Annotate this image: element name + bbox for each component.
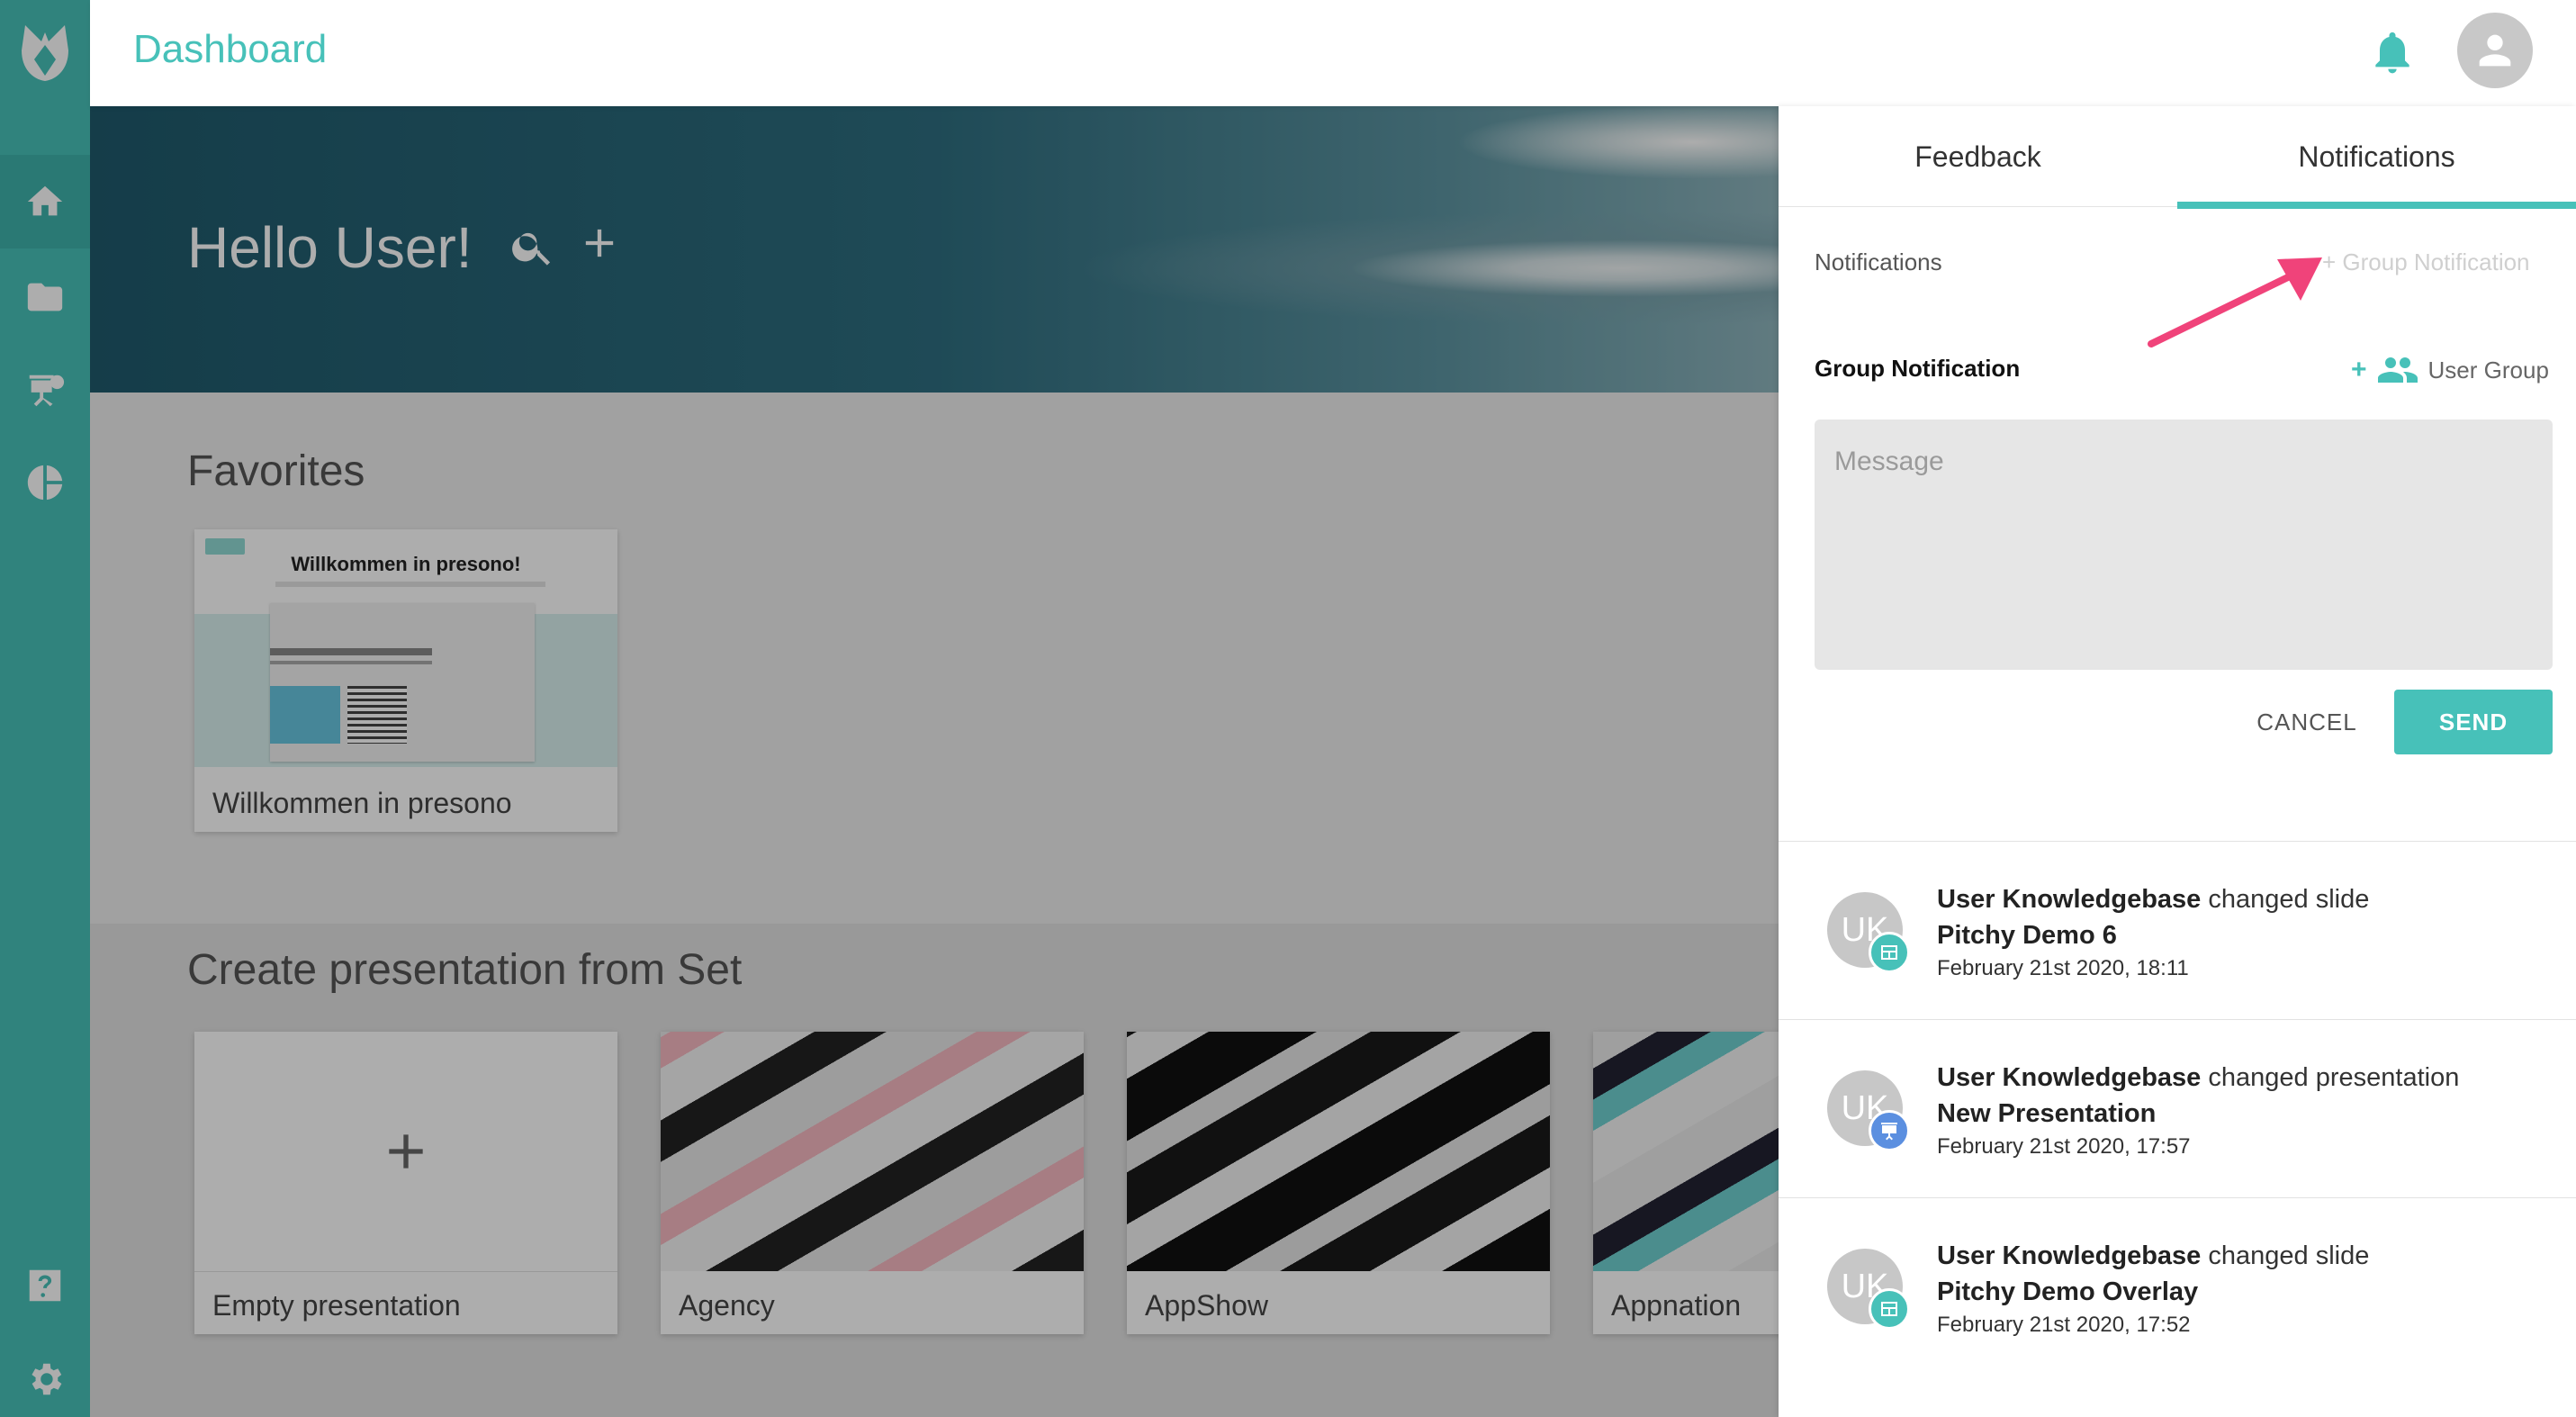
notification-list: UK User Knowledgebase changed slide Pitc… [1779,841,2576,1376]
sets-section: Create presentation from Set Empty prese… [90,924,1779,1417]
hero-search-button[interactable] [509,223,556,270]
notification-item[interactable]: UK User Knowledgebase changed slide Pitc… [1779,1197,2576,1376]
cancel-button[interactable]: CANCEL [2239,690,2374,754]
page-title: Dashboard [133,27,328,71]
notification-time: February 21st 2020, 17:57 [1937,1134,2191,1159]
thumb-subline [275,582,545,587]
notification-text: User Knowledgebase changed slide Pitchy … [1937,1238,2513,1340]
help-icon [29,1269,61,1302]
notifications-label: Notifications [1815,248,1942,275]
fox-logo-icon [22,25,68,81]
plus-icon [585,229,614,257]
notification-user: User Knowledgebase [1937,1063,2202,1092]
favorite-thumbnail: Willkommen in presono! [194,529,617,767]
tab-feedback[interactable]: Feedback [1779,106,2177,207]
notification-target: Pitchy Demo 6 [1937,921,2117,950]
favorite-card[interactable]: Willkommen in presono! Willkommen in pre… [194,529,617,832]
bell-icon [2375,32,2409,74]
thumb-screen [270,603,535,762]
hero-add-button[interactable] [576,220,623,266]
presentation-icon [1881,1123,1897,1141]
analytics-icon [27,465,63,501]
sets-title: Create presentation from Set [187,946,743,994]
user-group-icon [2377,357,2418,383]
plus-icon [389,1134,423,1169]
set-card-agency[interactable]: Agency [661,1032,1084,1334]
plus-icon: + [2351,355,2367,384]
favorites-title: Favorites [187,447,365,495]
notification-action: changed slide [2208,885,2370,914]
sidebar-item-analytics[interactable] [0,436,90,529]
notification-target: New Presentation [1937,1099,2157,1128]
send-button[interactable]: SEND [2394,690,2553,754]
user-icon [2479,34,2511,67]
hero-banner: Hello User! [90,106,1779,393]
set-thumbnail-appshow [1127,1032,1550,1271]
user-group-label: User Group [2427,356,2549,384]
gear-icon [32,1363,62,1395]
sidebar [0,0,90,1417]
tab-notifications[interactable]: Notifications [2177,106,2576,209]
set-card-appshow[interactable]: AppShow [1127,1032,1550,1334]
sidebar-item-files[interactable] [0,250,90,344]
fox-logo[interactable] [0,0,90,106]
sidebar-item-help[interactable] [0,1239,90,1332]
add-user-group-link[interactable]: + User Group [2351,355,2549,385]
set-card-empty[interactable]: Empty presentation [194,1032,617,1334]
notification-action: changed slide [2208,1241,2370,1270]
notification-text: User Knowledgebase changed slide Pitchy … [1937,881,2513,984]
set-thumbnail-empty [194,1032,617,1271]
sidebar-item-home[interactable] [0,155,90,248]
group-notification-label: Group Notification [1815,355,2021,382]
notification-text: User Knowledgebase changed presentation … [1937,1060,2513,1162]
presentation-badge [1869,1110,1910,1151]
set-card-title: Empty presentation [212,1289,461,1322]
notifications-bell-button[interactable] [2367,27,2418,77]
sidebar-item-presentations[interactable] [0,344,90,438]
thumb-heading: Willkommen in presono! [291,553,521,575]
folder-icon [27,283,63,311]
presentation-icon [29,375,65,407]
home-icon [27,185,63,216]
set-card-title: Agency [679,1289,775,1322]
panel-tabs: Feedback Notifications [1779,106,2576,209]
notification-item[interactable]: UK User Knowledgebase changed slide Pitc… [1779,841,2576,1019]
slide-icon [1881,1302,1897,1316]
favorite-card-title: Willkommen in presono [212,787,512,819]
search-icon [512,232,551,266]
notification-action: changed presentation [2208,1063,2460,1092]
slide-icon [1881,945,1897,960]
user-avatar-button[interactable] [2457,13,2533,88]
message-input[interactable] [1815,420,2553,670]
notification-item[interactable]: UK User Knowledgebase changed presentati… [1779,1019,2576,1197]
notification-time: February 21st 2020, 17:52 [1937,1313,2191,1337]
notification-time: February 21st 2020, 18:11 [1937,956,2189,980]
dashboard-main: Hello User! Favorites Willkommen in pres… [90,106,1779,1417]
hero-greeting: Hello User! [187,215,473,280]
set-card-title: Appnation [1611,1289,1742,1322]
set-card-title: AppShow [1145,1289,1268,1322]
sidebar-item-settings[interactable] [0,1332,90,1417]
slide-badge [1869,1288,1910,1330]
notification-user: User Knowledgebase [1937,885,2202,914]
set-thumbnail-agency [661,1032,1084,1271]
set-card-appnation[interactable]: Appnation [1593,1032,1779,1334]
top-bar: Dashboard [90,0,2576,106]
set-thumbnail-appnation [1593,1032,1779,1271]
notification-target: Pitchy Demo Overlay [1937,1277,2199,1306]
slide-badge [1869,932,1910,973]
annotation-arrow-icon [2148,257,2322,347]
add-group-notification-link[interactable]: + Group Notification [2322,248,2530,276]
notification-user: User Knowledgebase [1937,1241,2202,1270]
